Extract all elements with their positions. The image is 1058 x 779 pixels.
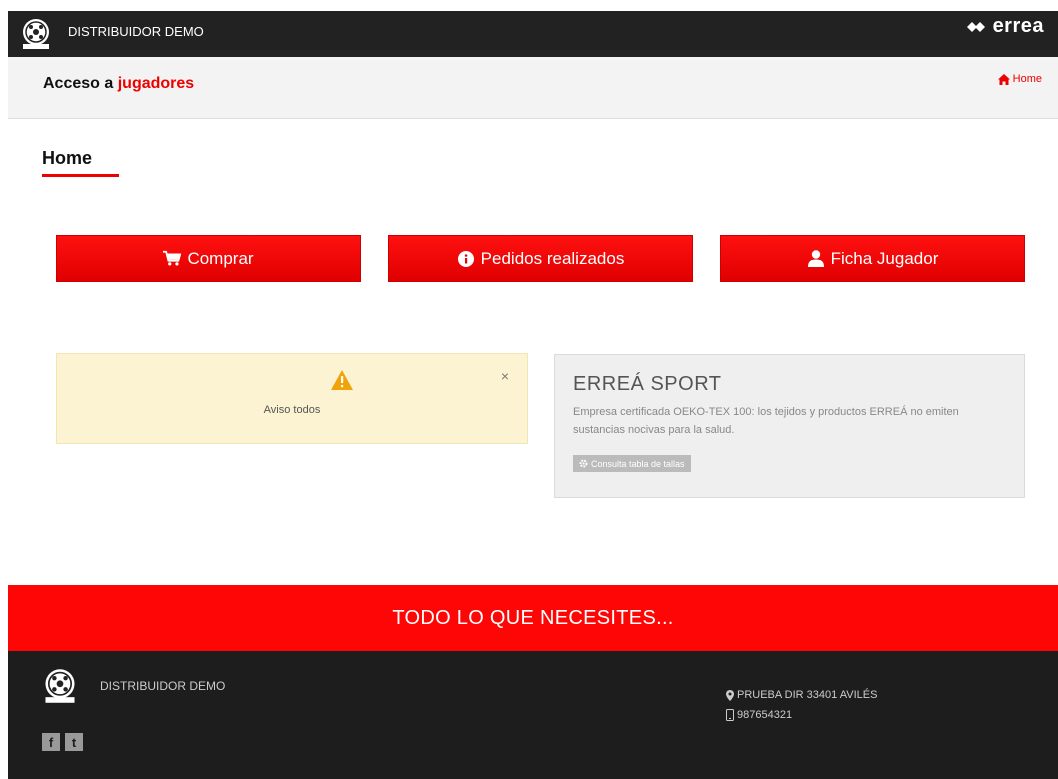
- orders-button-label: Pedidos realizados: [480, 248, 625, 268]
- social-links: f t: [42, 733, 83, 751]
- footer-brand-name: DISTRIBUIDOR DEMO: [100, 679, 226, 693]
- errea-logo[interactable]: errea: [966, 15, 1044, 38]
- address-text: PRUEBA DIR 33401 AVILÉS: [737, 689, 878, 701]
- warning-icon: [331, 370, 353, 390]
- player-profile-button[interactable]: Ficha Jugador: [720, 235, 1025, 282]
- section-title-prefix: Acceso a: [43, 75, 118, 92]
- section-title-accent: jugadores: [117, 75, 195, 92]
- card-text: Empresa certificada OEKO-TEX 100: los te…: [573, 406, 959, 436]
- map-marker-icon: [726, 689, 734, 701]
- footer: DISTRIBUIDOR DEMO f t PRUEBA DIR 33401 A…: [8, 651, 1058, 779]
- phone-text: 987654321: [737, 709, 793, 721]
- twitter-icon[interactable]: t: [65, 733, 83, 751]
- brand-name: DISTRIBUIDOR DEMO: [68, 24, 204, 39]
- top-bar: DISTRIBUIDOR DEMO errea: [8, 11, 1058, 57]
- page-title: Home: [42, 148, 93, 168]
- club-logo[interactable]: [20, 17, 52, 51]
- home-icon: [997, 73, 1010, 85]
- section-title: Acceso a jugadores: [43, 75, 194, 93]
- size-chart-button-label: Consulta tabla de tallas: [591, 458, 685, 469]
- facebook-icon[interactable]: f: [42, 733, 60, 751]
- brand-info-card: ERREÁ SPORT Empresa certificada OEKO-TEX…: [554, 354, 1025, 498]
- footer-club-logo[interactable]: [42, 667, 78, 705]
- gear-icon: [579, 459, 588, 468]
- notice-alert: Aviso todos ×: [56, 353, 528, 444]
- contact-info: PRUEBA DIR 33401 AVILÉS 987654321: [726, 685, 877, 725]
- buy-button[interactable]: Comprar: [56, 235, 361, 282]
- orders-button[interactable]: Pedidos realizados: [388, 235, 693, 282]
- promo-banner: TODO LO QUE NECESITES...: [8, 585, 1058, 651]
- sub-header: Acceso a jugadores Home: [8, 57, 1058, 119]
- alert-message: Aviso todos: [263, 404, 321, 416]
- mobile-phone-icon: [726, 709, 734, 721]
- close-icon[interactable]: ×: [501, 368, 509, 384]
- player-profile-button-label: Ficha Jugador: [830, 248, 939, 268]
- banner-text: TODO LO QUE NECESITES...: [392, 606, 674, 629]
- breadcrumb[interactable]: Home: [997, 73, 1042, 85]
- user-icon: [807, 250, 825, 268]
- address-line: PRUEBA DIR 33401 AVILÉS: [726, 685, 877, 705]
- phone-line: 987654321: [726, 705, 877, 725]
- breadcrumb-home-link[interactable]: Home: [1013, 73, 1042, 85]
- card-title: ERREÁ SPORT: [573, 373, 722, 395]
- cart-icon: [163, 250, 182, 268]
- errea-wordmark: errea: [992, 15, 1044, 37]
- errea-diamonds-icon: [966, 21, 985, 32]
- buy-button-label: Comprar: [187, 248, 254, 268]
- page-title-underline: [42, 174, 119, 177]
- size-chart-button[interactable]: Consulta tabla de tallas: [573, 455, 691, 472]
- info-icon: [457, 250, 475, 268]
